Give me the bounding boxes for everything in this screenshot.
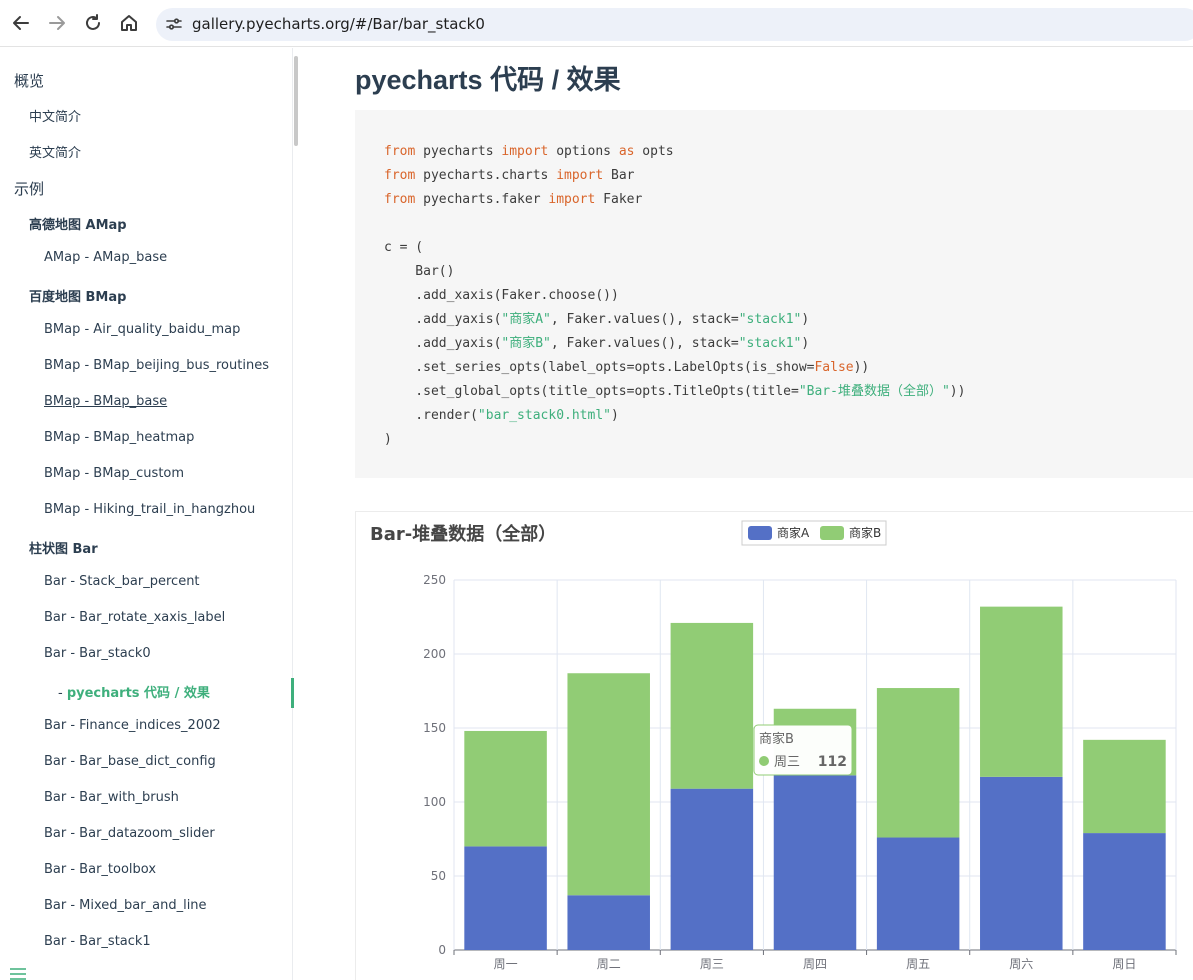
tooltip-marker bbox=[759, 756, 769, 766]
code-text: from pyecharts import options as opts fro… bbox=[384, 140, 965, 452]
code-line: from pyecharts.faker import Faker bbox=[384, 192, 643, 207]
sidebar-item[interactable]: Bar - Bar_stack1 bbox=[44, 934, 151, 949]
code-line: .add_yaxis("商家B", Faker.values(), stack=… bbox=[384, 336, 810, 351]
chart-container: Bar-堆叠数据（全部） 商家A 商家B 0 50 100 150 200 250 周一 周二 周三周… bbox=[355, 511, 1193, 980]
sidebar-item[interactable]: BMap - Hiking_trail_in_hangzhou bbox=[44, 502, 255, 517]
x-tick-label: 周三 bbox=[700, 957, 724, 971]
bar-segment bbox=[567, 895, 650, 950]
back-arrow-icon[interactable] bbox=[10, 12, 32, 34]
tooltip-series: 商家B bbox=[759, 731, 794, 747]
code-line: .set_global_opts(title_opts=opts.TitleOp… bbox=[384, 384, 966, 399]
menu-icon[interactable] bbox=[10, 968, 26, 980]
bar-chart: Bar-堆叠数据（全部） 商家A 商家B050100150200250周一 周二 周三周… bbox=[370, 520, 1177, 971]
sidebar-scrollbar[interactable] bbox=[294, 56, 298, 146]
code-line: from pyecharts.charts import Bar bbox=[384, 168, 635, 183]
legend-swatch bbox=[748, 526, 772, 540]
sidebar-item[interactable]: 示例 bbox=[14, 178, 44, 199]
bar-segment bbox=[980, 606, 1063, 777]
y-tick-label: 200 bbox=[423, 647, 446, 661]
code-line: .add_yaxis("商家A", Faker.values(), stack=… bbox=[384, 312, 810, 327]
bar-segment bbox=[464, 730, 547, 847]
legend-label: 商家A bbox=[777, 525, 810, 540]
bar-segment bbox=[980, 776, 1063, 950]
url-text[interactable]: gallery.pyecharts.org/#/Bar/bar_stack0 bbox=[192, 15, 485, 33]
reload-icon[interactable] bbox=[82, 12, 104, 34]
legend-swatch bbox=[820, 526, 844, 540]
sidebar-item[interactable]: 高德地图 AMap bbox=[29, 214, 127, 233]
x-tick-label: 周一 bbox=[494, 957, 518, 971]
bar-segment bbox=[567, 673, 650, 896]
sidebar-item[interactable]: 柱状图 Bar bbox=[29, 538, 98, 557]
bar-segment bbox=[876, 688, 960, 838]
code-line: ) bbox=[384, 432, 392, 447]
x-tick-label: 周五 bbox=[906, 957, 930, 971]
bar-segment bbox=[1083, 833, 1166, 950]
sidebar-item[interactable]: Bar - Bar_datazoom_slider bbox=[44, 826, 215, 841]
bullet-dash: - bbox=[58, 686, 67, 701]
sidebar-item[interactable]: Bar - Bar_with_brush bbox=[44, 790, 179, 805]
sidebar-item[interactable]: 百度地图 BMap bbox=[29, 286, 126, 305]
y-tick-label: 150 bbox=[423, 721, 446, 735]
sidebar-item[interactable]: 英文简介 bbox=[29, 142, 81, 161]
bar-segment bbox=[670, 788, 754, 950]
site-settings-icon[interactable] bbox=[165, 15, 183, 33]
main-content: pyecharts 代码 / 效果 from pyecharts import … bbox=[300, 48, 1193, 980]
page-title: pyecharts 代码 / 效果 bbox=[355, 65, 621, 95]
address-bar[interactable]: gallery.pyecharts.org/#/Bar/bar_stack0 bbox=[156, 8, 1193, 41]
browser-toolbar: gallery.pyecharts.org/#/Bar/bar_stack0 bbox=[0, 0, 1193, 47]
bar-segment bbox=[876, 837, 960, 950]
code-line: from pyecharts import options as opts bbox=[384, 144, 674, 159]
y-tick-label: 0 bbox=[438, 943, 446, 957]
code-line: c = ( bbox=[384, 240, 424, 255]
sidebar-item[interactable]: Bar - Finance_indices_2002 bbox=[44, 718, 221, 733]
active-indicator bbox=[291, 678, 294, 708]
bar-segment bbox=[670, 622, 754, 789]
code-line: .add_xaxis(Faker.choose()) bbox=[384, 288, 619, 303]
legend-label: 商家B bbox=[849, 525, 881, 540]
sidebar-item[interactable]: Bar - Bar_rotate_xaxis_label bbox=[44, 610, 225, 625]
x-tick-label: 周四 bbox=[803, 957, 827, 971]
sidebar-item[interactable]: Bar - Bar_toolbox bbox=[44, 862, 156, 877]
x-tick-label: 周二 bbox=[597, 957, 621, 971]
sidebar-item[interactable]: BMap - BMap_custom bbox=[44, 466, 184, 481]
sidebar-item[interactable]: Bar - Bar_stack0 bbox=[44, 646, 151, 661]
sidebar-item[interactable]: BMap - BMap_base bbox=[44, 394, 167, 409]
x-tick-label: 周日 bbox=[1112, 957, 1136, 971]
x-tick-label: 周六 bbox=[1009, 957, 1033, 971]
bar-segment bbox=[464, 846, 547, 950]
sidebar-scroll-track bbox=[292, 48, 293, 980]
sidebar-item[interactable]: - pyecharts 代码 / 效果 bbox=[58, 682, 210, 701]
bar-segment bbox=[773, 775, 857, 950]
chart-title: Bar-堆叠数据（全部） bbox=[370, 523, 556, 545]
code-line: .render("bar_stack0.html") bbox=[384, 408, 619, 423]
bar-segment bbox=[1083, 739, 1166, 834]
tooltip-category: 周三 bbox=[774, 755, 800, 770]
sidebar-item[interactable]: 概览 bbox=[14, 70, 44, 91]
sidebar-item[interactable]: BMap - BMap_heatmap bbox=[44, 430, 194, 445]
forward-arrow-icon[interactable] bbox=[46, 12, 68, 34]
home-icon[interactable] bbox=[118, 12, 140, 34]
sidebar-item[interactable]: BMap - BMap_beijing_bus_routines bbox=[44, 358, 269, 373]
sidebar-item[interactable]: Bar - Stack_bar_percent bbox=[44, 574, 200, 589]
sidebar-item[interactable]: Bar - Mixed_bar_and_line bbox=[44, 898, 207, 913]
sidebar-item[interactable]: 中文简介 bbox=[29, 106, 81, 125]
y-tick-label: 250 bbox=[423, 573, 446, 587]
code-block: from pyecharts import options as opts fro… bbox=[355, 110, 1193, 478]
sidebar-item[interactable]: Bar - Bar_base_dict_config bbox=[44, 754, 216, 769]
y-tick-label: 50 bbox=[431, 869, 446, 883]
sidebar: 概览中文简介英文简介示例高德地图 AMap AMap - AMap_base 百度地… bbox=[0, 48, 300, 980]
sidebar-item[interactable]: AMap - AMap_base bbox=[44, 250, 167, 265]
code-line: .set_series_opts(label_opts=opts.LabelOp… bbox=[384, 360, 870, 375]
code-line: Bar() bbox=[384, 264, 455, 279]
tooltip-value: 112 bbox=[818, 754, 847, 770]
sidebar-item[interactable]: BMap - Air_quality_baidu_map bbox=[44, 322, 240, 337]
y-tick-label: 100 bbox=[423, 795, 446, 809]
sidebar-item-label: pyecharts 代码 / 效果 bbox=[66, 686, 210, 701]
